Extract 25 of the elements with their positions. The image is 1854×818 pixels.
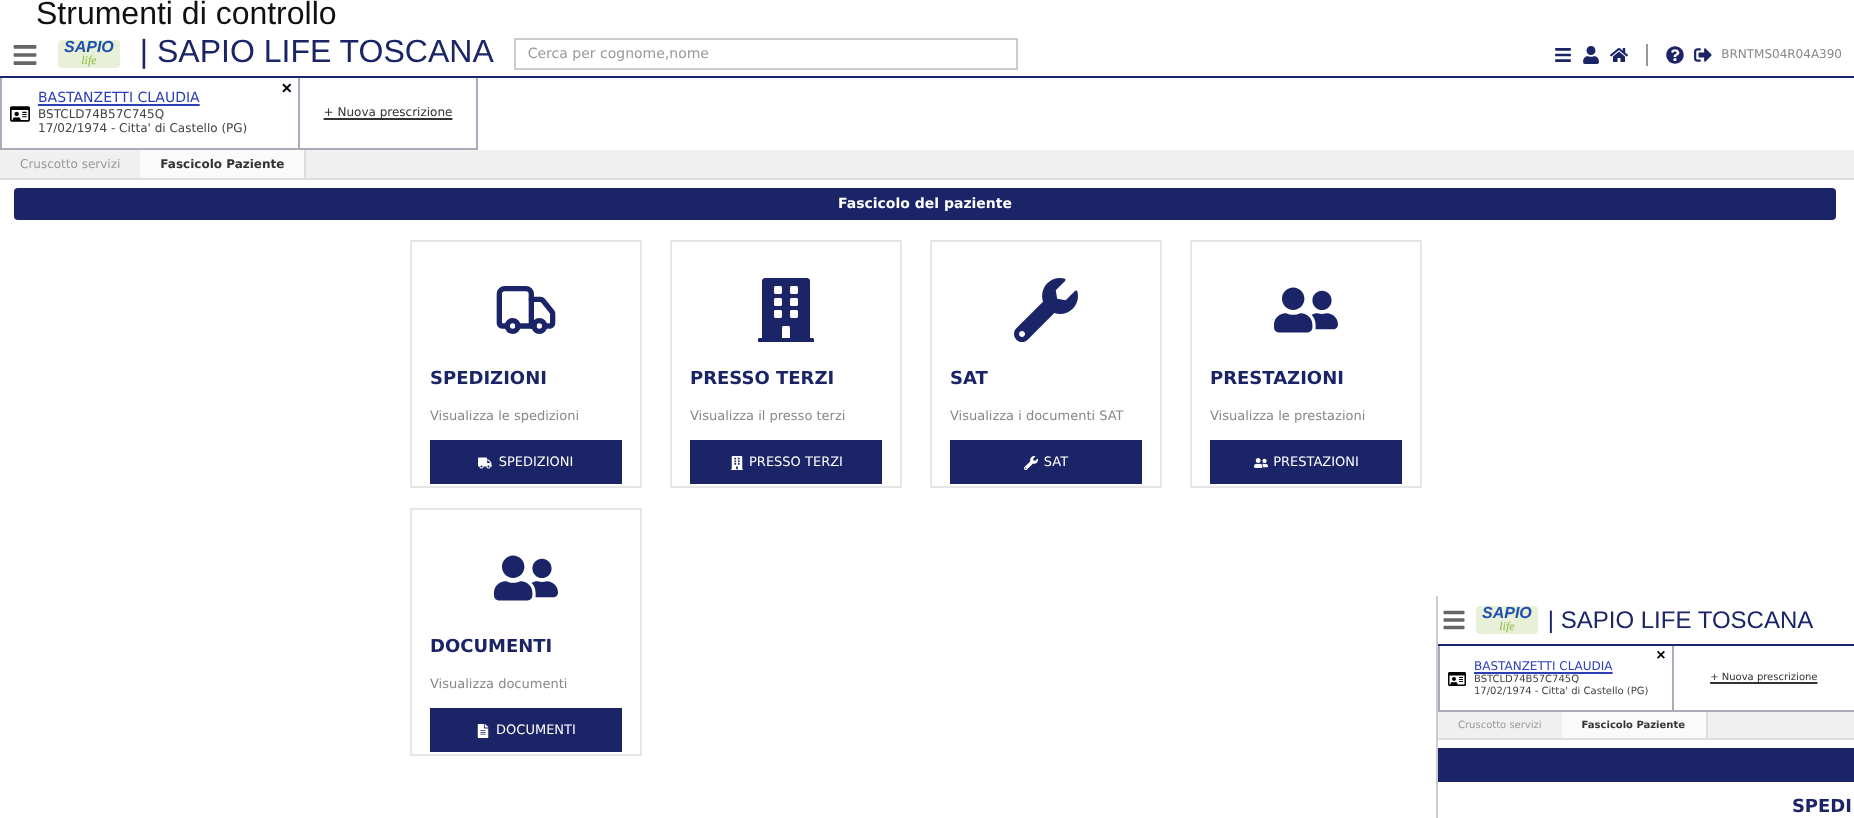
card-title: DOCUMENTI — [430, 638, 555, 658]
close-button[interactable]: × — [281, 80, 292, 98]
logout-icon[interactable] — [1693, 45, 1712, 63]
building-icon — [729, 455, 744, 469]
wrench-icon — [1023, 455, 1038, 469]
slide-title: Strumenti di controllo — [34, 0, 339, 32]
card-title: SPEDI — [1791, 797, 1852, 818]
card-title: SAT — [950, 370, 990, 390]
building-icon — [754, 278, 818, 342]
card-title: PRESSO TERZI — [690, 370, 837, 390]
card-title: SPEDIZIONI — [430, 370, 549, 390]
truck-icon — [478, 455, 493, 469]
close-button[interactable]: × — [1656, 648, 1666, 665]
help-icon[interactable] — [1665, 45, 1684, 63]
id-card-icon — [1448, 669, 1466, 688]
app-title: | SAPIO LIFE TOSCANA — [139, 36, 494, 72]
card-title: PRESTAZIONI — [1210, 370, 1346, 390]
people-icon — [1253, 455, 1268, 469]
user-icon[interactable] — [1581, 45, 1600, 63]
wrench-icon — [1014, 278, 1078, 342]
document-icon — [476, 723, 491, 737]
menu-icon[interactable] — [1553, 45, 1572, 63]
id-card-icon — [10, 103, 30, 123]
app-title: | SAPIO LIFE TOSCANA — [1547, 606, 1814, 635]
home-icon[interactable] — [1609, 45, 1628, 63]
